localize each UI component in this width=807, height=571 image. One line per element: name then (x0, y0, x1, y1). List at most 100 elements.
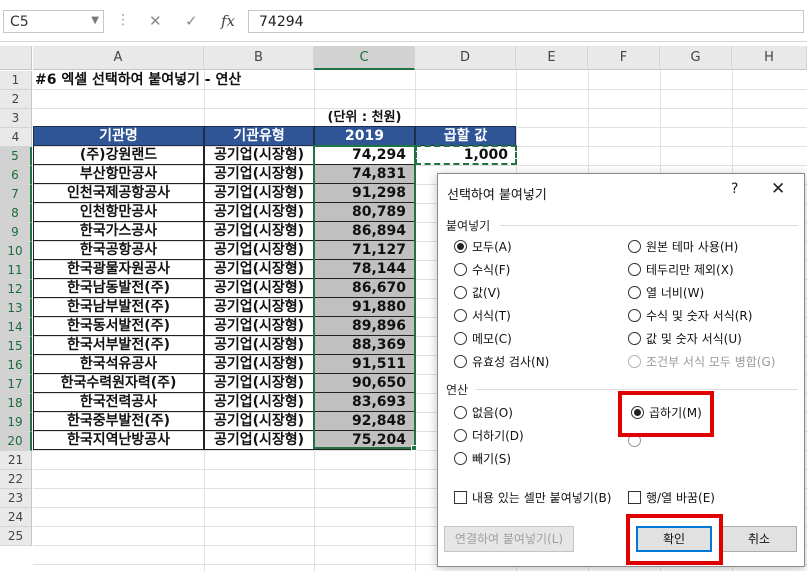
table-cell-agency-type[interactable]: 공기업(시장형) (204, 146, 314, 165)
table-cell-agency-type[interactable]: 공기업(시장형) (204, 393, 314, 412)
paste-option-5[interactable]: 유효성 검사(N) (454, 353, 549, 371)
row-header-8[interactable]: 8 (0, 204, 32, 223)
row-header-21[interactable]: 21 (0, 451, 32, 470)
table-cell-agency-type[interactable]: 공기업(시장형) (204, 279, 314, 298)
row-header-15[interactable]: 15 (0, 337, 32, 356)
row-header-11[interactable]: 11 (0, 261, 32, 280)
column-header-f[interactable]: F (588, 46, 660, 70)
row-header-5[interactable]: 5 (0, 147, 32, 166)
fill-handle[interactable] (411, 445, 417, 451)
column-header-h[interactable]: H (732, 46, 807, 70)
table-cell-agency-name[interactable]: (주)강원랜드 (33, 146, 204, 165)
table-cell-agency-type[interactable]: 공기업(시장형) (204, 355, 314, 374)
close-icon[interactable]: ✕ (771, 179, 785, 199)
row-header-16[interactable]: 16 (0, 356, 32, 375)
row-header-9[interactable]: 9 (0, 223, 32, 242)
paste-option-1[interactable]: 수식(F) (454, 261, 510, 279)
header-agency-type[interactable]: 기관유형 (204, 126, 314, 146)
column-header-b[interactable]: B (204, 46, 314, 70)
row-header-7[interactable]: 7 (0, 185, 32, 204)
paste-extra-option-5[interactable]: 조건부 서식 모두 병합(G) (628, 353, 775, 371)
table-cell-agency-name[interactable]: 한국공항공사 (33, 241, 204, 260)
table-cell-agency-type[interactable]: 공기업(시장형) (204, 336, 314, 355)
cancel-button[interactable]: 취소 (721, 526, 797, 552)
table-cell-agency-name[interactable]: 한국수력원자력(주) (33, 374, 204, 393)
column-header-a[interactable]: A (33, 46, 204, 70)
table-cell-agency-name[interactable]: 한국서부발전(주) (33, 336, 204, 355)
paste-option-0[interactable]: 모두(A) (454, 238, 512, 256)
enter-icon[interactable]: ✓ (185, 12, 198, 30)
table-cell-agency-type[interactable]: 공기업(시장형) (204, 222, 314, 241)
table-cell-agency-name[interactable]: 한국가스공사 (33, 222, 204, 241)
paste-option-4[interactable]: 메모(C) (454, 330, 512, 348)
paste-option-3[interactable]: 서식(T) (454, 307, 511, 325)
help-icon[interactable]: ? (731, 181, 738, 197)
row-header-4[interactable]: 4 (0, 128, 32, 147)
table-cell-agency-name[interactable]: 인천국제공항공사 (33, 184, 204, 203)
table-cell-agency-name[interactable]: 한국석유공사 (33, 355, 204, 374)
skip-blanks-checkbox[interactable]: 내용 있는 셀만 붙여넣기(B) (454, 489, 611, 507)
row-header-25[interactable]: 25 (0, 527, 32, 546)
row-header-3[interactable]: 3 (0, 109, 32, 128)
row-header-24[interactable]: 24 (0, 508, 32, 527)
table-cell-agency-type[interactable]: 공기업(시장형) (204, 241, 314, 260)
row-header-14[interactable]: 14 (0, 318, 32, 337)
row-header-12[interactable]: 12 (0, 280, 32, 299)
select-all-corner[interactable] (0, 46, 32, 70)
row-header-2[interactable]: 2 (0, 90, 32, 109)
operation-option-0[interactable]: 없음(O) (454, 404, 513, 422)
paste-link-button[interactable]: 연결하여 붙여넣기(L) (444, 526, 574, 552)
table-cell-agency-type[interactable]: 공기업(시장형) (204, 412, 314, 431)
table-cell-agency-type[interactable]: 공기업(시장형) (204, 374, 314, 393)
paste-extra-option-label: 원본 테마 사용(H) (646, 240, 739, 254)
header-year[interactable]: 2019 (314, 126, 415, 146)
table-cell-agency-name[interactable]: 한국지역난방공사 (33, 431, 204, 450)
table-cell-agency-name[interactable]: 부산항만공사 (33, 165, 204, 184)
chevron-down-icon[interactable]: ▼ (91, 15, 99, 26)
row-header-20[interactable]: 20 (0, 432, 32, 451)
paste-option-2[interactable]: 값(V) (454, 284, 501, 302)
table-cell-agency-name[interactable]: 한국남부발전(주) (33, 298, 204, 317)
table-cell-agency-type[interactable]: 공기업(시장형) (204, 431, 314, 450)
row-header-6[interactable]: 6 (0, 166, 32, 185)
cancel-icon[interactable]: ✕ (149, 12, 162, 30)
column-header-g[interactable]: G (660, 46, 732, 70)
table-cell-agency-name[interactable]: 한국동서발전(주) (33, 317, 204, 336)
operation-option-2[interactable]: 빼기(S) (454, 450, 511, 468)
header-agency-name[interactable]: 기관명 (33, 126, 204, 146)
column-header-c[interactable]: C (314, 46, 415, 70)
column-header-e[interactable]: E (516, 46, 588, 70)
operation-option-label: 빼기(S) (472, 452, 512, 466)
table-cell-agency-type[interactable]: 공기업(시장형) (204, 317, 314, 336)
row-header-10[interactable]: 10 (0, 242, 32, 261)
table-cell-agency-type[interactable]: 공기업(시장형) (204, 260, 314, 279)
transpose-checkbox[interactable]: 행/열 바꿈(E) (628, 489, 715, 507)
table-cell-agency-name[interactable]: 인천항만공사 (33, 203, 204, 222)
paste-extra-option-3[interactable]: 수식 및 숫자 서식(R) (628, 307, 752, 325)
paste-extra-option-1[interactable]: 테두리만 제외(X) (628, 261, 734, 279)
paste-extra-option-2[interactable]: 열 너비(W) (628, 284, 704, 302)
table-cell-agency-type[interactable]: 공기업(시장형) (204, 184, 314, 203)
paste-extra-option-0[interactable]: 원본 테마 사용(H) (628, 238, 738, 256)
row-header-18[interactable]: 18 (0, 394, 32, 413)
row-header-1[interactable]: 1 (0, 71, 32, 90)
row-header-23[interactable]: 23 (0, 489, 32, 508)
row-header-22[interactable]: 22 (0, 470, 32, 489)
table-cell-agency-type[interactable]: 공기업(시장형) (204, 165, 314, 184)
column-header-d[interactable]: D (415, 46, 516, 70)
paste-extra-option-4[interactable]: 값 및 숫자 서식(U) (628, 330, 742, 348)
header-multiplier[interactable]: 곱할 값 (415, 126, 516, 146)
insert-function-icon[interactable]: fx (221, 12, 235, 30)
row-header-17[interactable]: 17 (0, 375, 32, 394)
table-cell-agency-type[interactable]: 공기업(시장형) (204, 203, 314, 222)
name-box[interactable]: C5 ▼ (3, 10, 104, 33)
formula-input[interactable]: 74294 (248, 10, 804, 33)
table-cell-agency-type[interactable]: 공기업(시장형) (204, 298, 314, 317)
table-cell-agency-name[interactable]: 한국전력공사 (33, 393, 204, 412)
table-cell-agency-name[interactable]: 한국광물자원공사 (33, 260, 204, 279)
operation-option-1[interactable]: 더하기(D) (454, 427, 524, 445)
row-header-19[interactable]: 19 (0, 413, 32, 432)
row-header-13[interactable]: 13 (0, 299, 32, 318)
table-cell-agency-name[interactable]: 한국남동발전(주) (33, 279, 204, 298)
table-cell-agency-name[interactable]: 한국중부발전(주) (33, 412, 204, 431)
